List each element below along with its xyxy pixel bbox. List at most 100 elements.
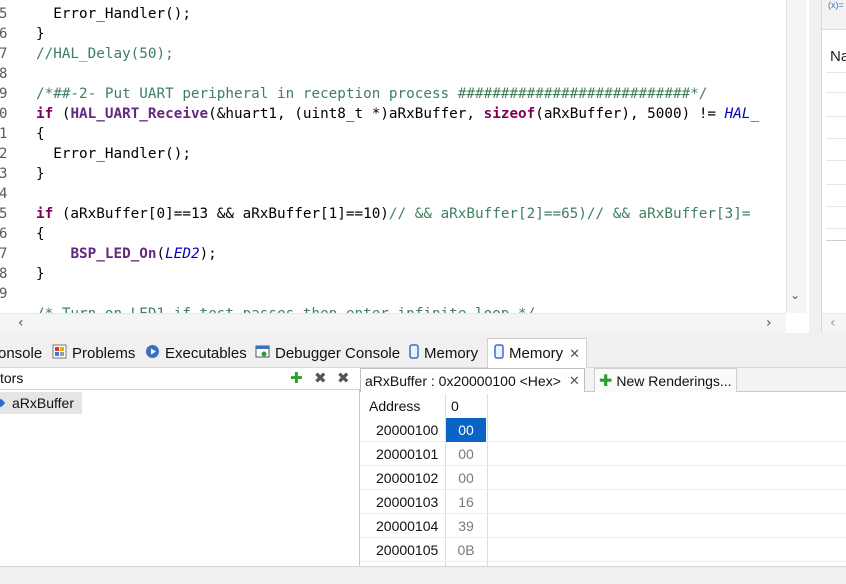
close-icon[interactable]: ✕: [569, 346, 580, 362]
monitor-icon: [0, 398, 6, 408]
editor-horizontal-scrollbar[interactable]: ‹ ›: [0, 313, 786, 333]
tab-debugger-console[interactable]: Debugger Console: [255, 338, 400, 368]
code-token: Error_Handler();: [36, 6, 191, 22]
code-line[interactable]: Error_Handler();: [36, 144, 191, 164]
line-number: 9: [0, 286, 8, 302]
code-token: /*##-2- Put UART peripheral in reception…: [36, 86, 708, 102]
code-editor[interactable]: 5 6 7 8 9 0 1 2 3 4 5 6 7 8 9 Error_Handler();} //HAL_D…: [0, 0, 809, 313]
code-line[interactable]: /* Turn on LED1 if test passes then ente…: [36, 304, 535, 313]
memory-address: 20000105: [376, 542, 439, 558]
name-column-header: Na: [830, 48, 846, 65]
code-token: /* Turn on LED1 if test passes then ente…: [36, 306, 535, 313]
memory-value-cell[interactable]: 00: [446, 442, 486, 466]
row-divider: [826, 206, 846, 207]
line-number: 6: [0, 26, 8, 42]
memory-monitors-pane: tors ✚ ✖ ✖ aRxBuffer: [0, 368, 360, 566]
variables-tabstrip[interactable]: (x)=: [822, 0, 846, 30]
chevron-right-icon[interactable]: ›: [766, 315, 772, 331]
table-row[interactable]: 20000101 00: [360, 442, 846, 466]
tab-console-label: onsole: [0, 344, 43, 362]
tab-rendering-arxbuffer[interactable]: aRxBuffer : 0x20000100 <Hex> ✕: [360, 368, 585, 392]
code-token: );: [199, 246, 217, 262]
tab-debugger-console-label: Debugger Console: [275, 344, 401, 362]
line-number: 6: [0, 226, 8, 242]
code-line[interactable]: {: [36, 124, 45, 144]
remove-all-monitors-icon[interactable]: ✖: [337, 369, 350, 387]
tab-console[interactable]: onsole: [0, 338, 42, 368]
memory-address: 20000101: [376, 446, 439, 462]
code-line[interactable]: if (HAL_UART_Receive(&huart1, (uint8_t *…: [36, 104, 759, 124]
code-line[interactable]: if (aRxBuffer[0]==13 && aRxBuffer[1]==10…: [36, 204, 750, 224]
status-bar: [0, 566, 846, 584]
code-line[interactable]: {: [36, 224, 45, 244]
code-token: }: [36, 26, 45, 42]
code-line[interactable]: Error_Handler();: [36, 4, 191, 24]
close-icon[interactable]: ✕: [569, 373, 580, 389]
code-token: if: [36, 106, 54, 122]
code-line[interactable]: }: [36, 264, 45, 284]
chevron-left-icon[interactable]: ‹: [18, 315, 24, 331]
memory-value-cell[interactable]: 00: [446, 418, 486, 442]
memory-value-cell[interactable]: 16: [446, 490, 486, 514]
memory-value-cell[interactable]: 00: [446, 466, 486, 490]
column-header-offset[interactable]: 0: [451, 394, 459, 418]
debugger-console-icon: [255, 344, 270, 363]
tab-executables[interactable]: Executables: [145, 338, 247, 368]
tab-memory-1[interactable]: Memory: [409, 338, 478, 368]
table-row[interactable]: 20000104 39: [360, 514, 846, 538]
line-number: 3: [0, 166, 8, 182]
renderings-tabbar: aRxBuffer : 0x20000100 <Hex> ✕ ✚ New Ren…: [360, 368, 846, 392]
code-token: {: [36, 126, 45, 142]
add-monitor-icon[interactable]: ✚: [290, 369, 303, 387]
monitors-header: tors ✚ ✖ ✖: [0, 368, 360, 390]
column-header-address[interactable]: Address: [369, 394, 420, 418]
variables-horizontal-scrollbar[interactable]: ‹: [822, 313, 846, 333]
memory-value-cell[interactable]: 0B: [446, 538, 486, 562]
code-token: (aRxBuffer[0]==13 && aRxBuffer[1]==10): [53, 206, 389, 222]
code-line[interactable]: }: [36, 24, 45, 44]
memory-address: 20000103: [376, 494, 439, 510]
row-divider: [826, 240, 846, 241]
list-item[interactable]: aRxBuffer: [0, 392, 82, 414]
table-row[interactable]: 20000100 00: [360, 418, 846, 442]
variables-icon[interactable]: (x)=: [828, 0, 844, 10]
memory-icon: [409, 343, 419, 363]
memory-icon: [494, 344, 504, 363]
variables-panel: (x)= Na ‹: [821, 0, 846, 335]
plus-icon: ✚: [599, 372, 613, 390]
chevron-down-icon[interactable]: ⌄: [790, 288, 800, 302]
code-line[interactable]: }: [36, 164, 45, 184]
editor-vertical-scrollbar[interactable]: ⌄: [786, 0, 806, 313]
memory-value-cell[interactable]: 39: [446, 514, 486, 538]
table-row[interactable]: 20000105 0B: [360, 538, 846, 562]
line-number: 1: [0, 126, 8, 142]
memory-address: 20000102: [376, 470, 439, 486]
code-token: (aRxBuffer), 5000) !=: [535, 106, 725, 122]
tab-memory-2[interactable]: Memory ✕: [487, 338, 588, 368]
code-line[interactable]: BSP_LED_On(LED2);: [36, 244, 217, 264]
code-token: (: [53, 106, 71, 122]
row-divider: [826, 116, 846, 117]
editor-sash[interactable]: [809, 0, 821, 335]
table-row[interactable]: 20000103 16: [360, 490, 846, 514]
code-line[interactable]: /*##-2- Put UART peripheral in reception…: [36, 84, 707, 104]
new-renderings-label: New Renderings...: [616, 372, 732, 389]
line-number: 7: [0, 246, 8, 262]
code-token: (: [156, 246, 166, 262]
tab-memory-1-label: Memory: [424, 344, 479, 362]
table-row[interactable]: 20000102 00: [360, 466, 846, 490]
code-token: //HAL_Delay(50);: [36, 46, 174, 62]
row-divider: [826, 92, 846, 93]
code-line[interactable]: //HAL_Delay(50);: [36, 44, 174, 64]
chevron-left-icon[interactable]: ‹: [830, 315, 836, 331]
memory-address: 20000100: [376, 422, 439, 438]
remove-monitor-icon[interactable]: ✖: [314, 369, 327, 387]
code-token: BSP_LED_On: [70, 246, 157, 262]
executables-icon: [145, 344, 160, 363]
new-renderings-button[interactable]: ✚ New Renderings...: [594, 368, 737, 392]
code-token: {: [36, 226, 45, 242]
tab-problems[interactable]: Problems: [52, 338, 135, 368]
memory-address: 20000104: [376, 518, 439, 534]
row-divider: [826, 138, 846, 139]
